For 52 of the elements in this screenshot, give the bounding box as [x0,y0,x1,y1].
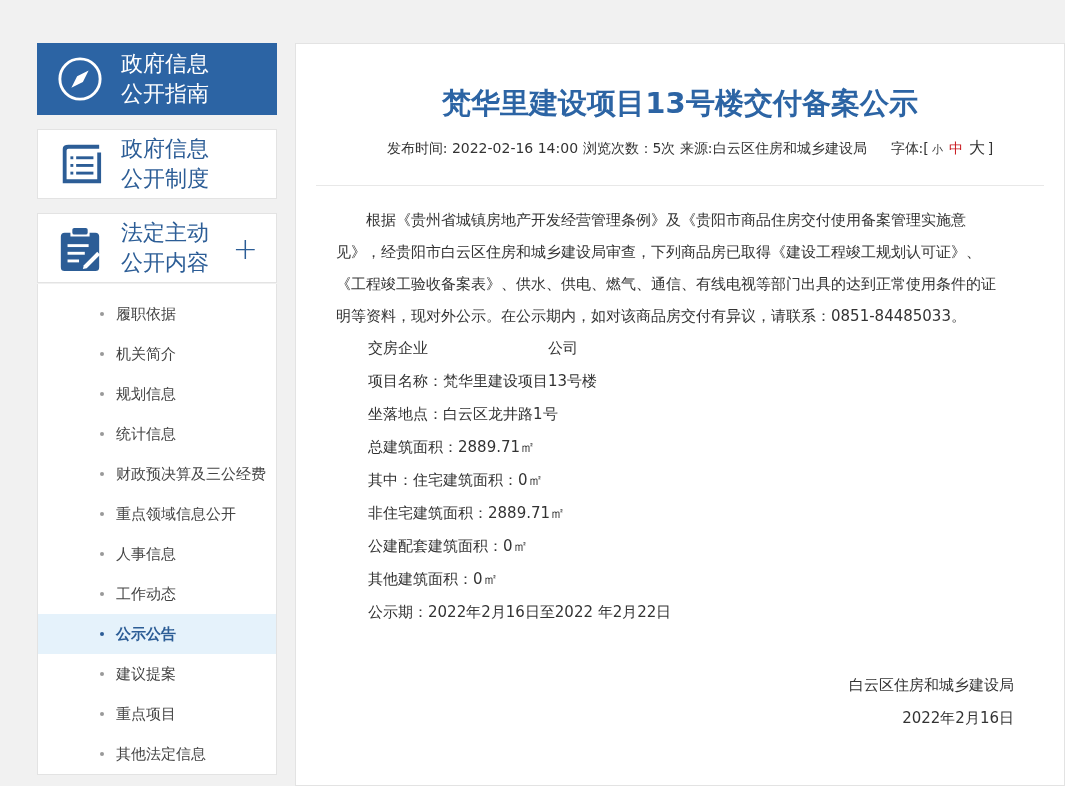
sidebar-item[interactable]: 机关简介 [38,334,276,374]
compass-icon [57,56,103,102]
sidebar-item[interactable]: 财政预决算及三公经费 [38,454,276,494]
sidebar-header[interactable]: 政府信息 公开制度 [37,129,277,199]
sidebar-item[interactable]: 重点领域信息公开 [38,494,276,534]
bullet-icon [100,352,104,356]
font-size-link[interactable]: 中 [948,140,963,156]
sidebar-header[interactable]: 政府信息 公开指南 [37,43,277,115]
font-size-label: 字体:[ [890,140,929,156]
expand-toggle[interactable]: + [232,234,258,264]
bullet-icon [100,472,104,476]
bullet-icon [100,672,104,676]
sidebar-item[interactable]: 其他法定信息 [38,734,276,774]
bullet-icon [100,312,104,316]
article-paragraph: 根据《贵州省城镇房地产开发经营管理条例》及《贵阳市商品住房交付使用备案管理实施意见》，经贵阳市白云区住房和城乡建设局审查，下列商品房已取得《建设工程竣工规划认可证》、《工程竣工验收备案表》、供水、供电、燃气、通信、有线电视等部门出具的达到正常使用条件的证明等资料，现对外公示。在公示期内，如对该商品房交付有异议，请联系：0851-84485033。 [336,210,997,327]
article-field: 项目名称：梵华里建设项目13号楼 [368,365,598,398]
signature-line: 白云区住房和城乡建设局 [848,675,1014,696]
bullet-icon [100,512,104,516]
font-size-link[interactable]: 小 [931,143,943,156]
sidebar-header[interactable]: 法定主动 公开内容 + [37,213,277,283]
bullet-icon [100,632,104,636]
sidebar-item[interactable]: 规划信息 [38,374,276,414]
sidebar-item[interactable]: 工作动态 [38,574,276,614]
sidebar-header-title: 政府信息 公开制度 [121,135,209,193]
bullet-icon [100,712,104,716]
article-field: 公示期：2022年2月16日至2022 年2月22日 [368,596,672,629]
bullet-icon [100,592,104,596]
bullet-icon [100,392,104,396]
sidebar-item[interactable]: 统计信息 [38,414,276,454]
bullet-icon [100,752,104,756]
sidebar-item[interactable]: 重点项目 [38,694,276,734]
article-field: 交房企业 [368,332,428,365]
sidebar-item[interactable]: 建议提案 [38,654,276,694]
article-field: 公司 [548,332,578,365]
article-field: 总建筑面积：2889.71㎡ [368,431,536,464]
article-field: 其他建筑面积：0㎡ [368,563,498,596]
article-field: 坐落地点：白云区龙井路1号 [368,398,558,431]
font-size-bracket: ] [987,140,994,156]
article-field: 公建配套建筑面积：0㎡ [368,530,528,563]
article-title: 梵华里建设项目13号楼交付备案公示 [441,85,919,122]
sidebar-item[interactable]: 人事信息 [38,534,276,574]
article-meta: 发布时间: 2022-02-16 14:00 浏览次数：5次 来源:白云区住房和城乡建设局 [386,140,867,156]
article-field: 非住宅建筑面积：2889.71㎡ [368,497,566,530]
bullet-icon [100,432,104,436]
font-size-link[interactable]: 大 [968,138,985,157]
article-field: 其中：住宅建筑面积：0㎡ [368,464,543,497]
signature-line: 2022年2月16日 [901,708,1014,729]
sidebar-item[interactable]: 公示公告 [38,614,276,654]
sidebar-header-title: 政府信息 公开指南 [121,50,209,108]
sidebar-header-title: 法定主动 公开内容 [121,219,209,277]
sidebar-item[interactable]: 履职依据 [38,294,276,334]
bullet-icon [100,552,104,556]
